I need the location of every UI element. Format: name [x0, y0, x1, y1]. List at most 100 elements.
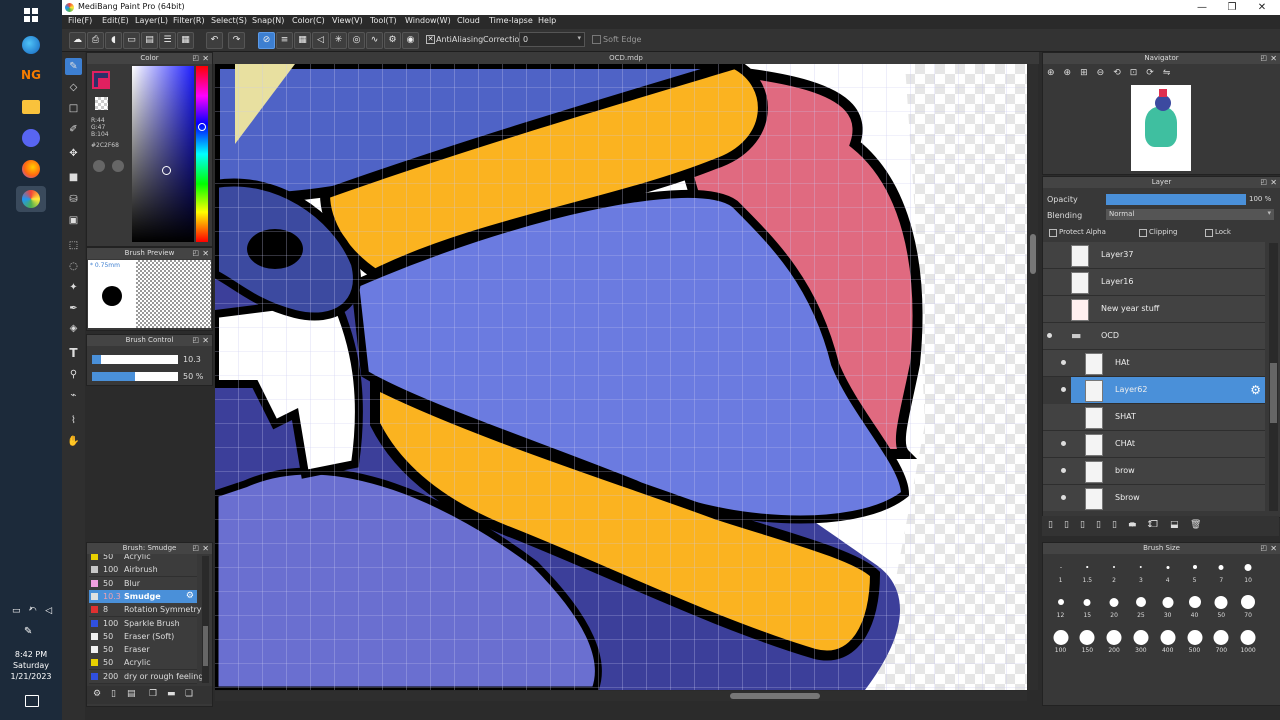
tool-select-pen[interactable]: ✒ [65, 300, 82, 317]
zoom-out-icon[interactable]: ⊖ [1097, 68, 1114, 78]
background-color-swatch[interactable] [98, 78, 109, 89]
menu-color[interactable]: Color(C) [292, 16, 325, 25]
menu-tool[interactable]: Tool(T) [370, 16, 397, 25]
layer-scroll-thumb[interactable] [1270, 363, 1277, 423]
snap-curve-button[interactable]: ∿ [366, 32, 383, 49]
tool-eyedropper[interactable]: ⌁ [65, 387, 82, 404]
layer-row-shat[interactable]: SHAT [1043, 404, 1265, 431]
brush-size-option[interactable]: 12 [1047, 590, 1074, 619]
brush-size-option[interactable]: 300 [1127, 625, 1154, 654]
menu-edit[interactable]: Edit(E) [102, 16, 129, 25]
menu-timelapse[interactable]: Time-lapse [489, 16, 533, 25]
close-icon[interactable]: ✕ [202, 335, 209, 346]
visibility-eye-icon[interactable] [1047, 333, 1052, 338]
page-button[interactable]: ▤ [141, 32, 158, 49]
brush-row[interactable]: 50 Eraser (Soft) [89, 629, 197, 644]
menu-window[interactable]: Window(W) [405, 16, 451, 25]
dock-icon[interactable]: ◰ [1260, 53, 1267, 64]
layer-row-layer16[interactable]: Layer16 [1043, 269, 1265, 296]
brush-size-option[interactable]: 200 [1101, 625, 1128, 654]
visibility-eye-icon[interactable] [1061, 441, 1066, 446]
rotate-left-icon[interactable]: ⟲ [1113, 68, 1130, 78]
hue-cursor[interactable] [198, 123, 206, 131]
brush-row[interactable]: 8 Rotation Symmetry [89, 603, 201, 618]
brush-size-option[interactable]: 700 [1208, 625, 1235, 654]
maximize-button[interactable]: ❐ [1222, 1, 1242, 14]
brush-row[interactable]: 50 Eraser [89, 643, 197, 658]
merge-layer-icon[interactable]: ⬓ [1170, 520, 1179, 530]
brush-size-option[interactable]: 30 [1154, 590, 1181, 619]
brush-size-option[interactable]: 15 [1074, 590, 1101, 619]
folder-icon[interactable]: ▬ [167, 689, 176, 699]
visibility-eye-icon[interactable] [1061, 387, 1066, 392]
brush-size-option[interactable]: 25 [1127, 590, 1154, 619]
menu-select[interactable]: Select(S) [211, 16, 247, 25]
navigator-thumbnail[interactable] [1131, 85, 1191, 171]
close-icon[interactable]: ✕ [1270, 543, 1277, 554]
tool-gradient[interactable]: ▣ [65, 212, 82, 229]
brush-size-option[interactable]: 1000 [1235, 625, 1262, 654]
palette-icon[interactable] [93, 160, 105, 172]
layer-settings-gear-icon[interactable]: ⚙ [1250, 383, 1261, 397]
snap-setting-button[interactable]: ⚙ [384, 32, 401, 49]
brush-list-scroll-thumb[interactable] [203, 626, 208, 666]
share-button[interactable]: ▭ [123, 32, 140, 49]
tool-hand[interactable]: ✋ [65, 433, 82, 450]
snap-vanishing-button[interactable]: ◁ [312, 32, 329, 49]
brush-size-option[interactable]: 100 [1047, 625, 1074, 654]
snap-circle-button[interactable]: ◎ [348, 32, 365, 49]
copy-brush-icon[interactable]: ❐ [149, 689, 157, 699]
layer-row-brow[interactable]: brow [1043, 458, 1265, 485]
menu-view[interactable]: View(V) [332, 16, 363, 25]
dock-icon[interactable]: ◰ [192, 543, 199, 554]
close-icon[interactable]: ✕ [1270, 177, 1277, 188]
tool-fill-rect[interactable]: ■ [65, 169, 82, 186]
layer-list-scrollbar[interactable] [1269, 243, 1278, 511]
cloud-button[interactable]: ☁ [69, 32, 86, 49]
taskbar-firefox[interactable] [16, 156, 46, 182]
close-icon[interactable]: ✕ [202, 543, 209, 554]
fit-icon[interactable]: ⊞ [1080, 68, 1097, 78]
close-button[interactable]: ✕ [1252, 1, 1272, 14]
brush-size-option[interactable]: 7 [1208, 555, 1235, 584]
antialiasing-checkbox[interactable]: ✕ [426, 35, 435, 44]
layer-folder-ocd[interactable]: ▬ OCD [1043, 323, 1265, 350]
zoom-in-icon[interactable]: ⊕ [1047, 68, 1064, 78]
close-icon[interactable]: ✕ [202, 248, 209, 259]
notification-icon[interactable] [25, 695, 39, 707]
flip-icon[interactable]: ⇋ [1163, 68, 1180, 78]
tool-lasso[interactable]: ◌ [65, 258, 82, 275]
new-halftone-layer-icon[interactable]: ▯ [1064, 520, 1069, 530]
layer-row-chat[interactable]: CHAt [1043, 431, 1265, 458]
dock-icon[interactable]: ◰ [1260, 543, 1267, 554]
brush-size-option[interactable]: 20 [1101, 590, 1128, 619]
layer-row-hat[interactable]: HAt [1043, 350, 1265, 377]
lock-checkbox[interactable] [1205, 229, 1213, 237]
tool-magic-wand[interactable]: ✦ [65, 279, 82, 296]
protect-alpha-checkbox[interactable] [1049, 229, 1057, 237]
add-brush-icon[interactable]: ▤ [127, 689, 136, 699]
visibility-eye-icon[interactable] [1061, 468, 1066, 473]
duplicate-icon[interactable]: ❏ [185, 689, 193, 699]
snap-radial-button[interactable]: ✳ [330, 32, 347, 49]
duplicate-layer-icon[interactable]: ❐ [1150, 520, 1158, 530]
new-8bit-layer-icon[interactable]: ▯ [1080, 520, 1085, 530]
tool-divide[interactable]: ⚲ [65, 366, 82, 383]
tray-icons[interactable]: ▭ ◠ ◁ [12, 606, 52, 616]
brush-row[interactable]: 10.3 Smudge ⚙ [89, 589, 197, 604]
menu-cloud[interactable]: Cloud [457, 16, 480, 25]
taskbar-clock[interactable]: 8:42 PM Saturday 1/21/2023 [0, 649, 62, 682]
visibility-eye-icon[interactable] [1061, 495, 1066, 500]
tool-text[interactable]: T [65, 345, 82, 362]
transparent-color-swatch[interactable] [95, 97, 108, 110]
pen-icon[interactable]: ✎ [24, 626, 32, 637]
start-button[interactable] [16, 2, 46, 28]
zoom-in-plus-icon[interactable]: ⊕ [1064, 68, 1081, 78]
menu-layer[interactable]: Layer(L) [135, 16, 168, 25]
close-icon[interactable]: ✕ [202, 53, 209, 64]
new-folder-icon[interactable]: ▬ [1128, 520, 1137, 530]
new-color-layer-icon[interactable]: ▯ [1112, 520, 1117, 530]
layer-row-sbrow[interactable]: Sbrow [1043, 485, 1265, 511]
tool-bucket[interactable]: ⛁ [65, 191, 82, 208]
brush-opacity-value[interactable]: 50 % [183, 372, 203, 381]
